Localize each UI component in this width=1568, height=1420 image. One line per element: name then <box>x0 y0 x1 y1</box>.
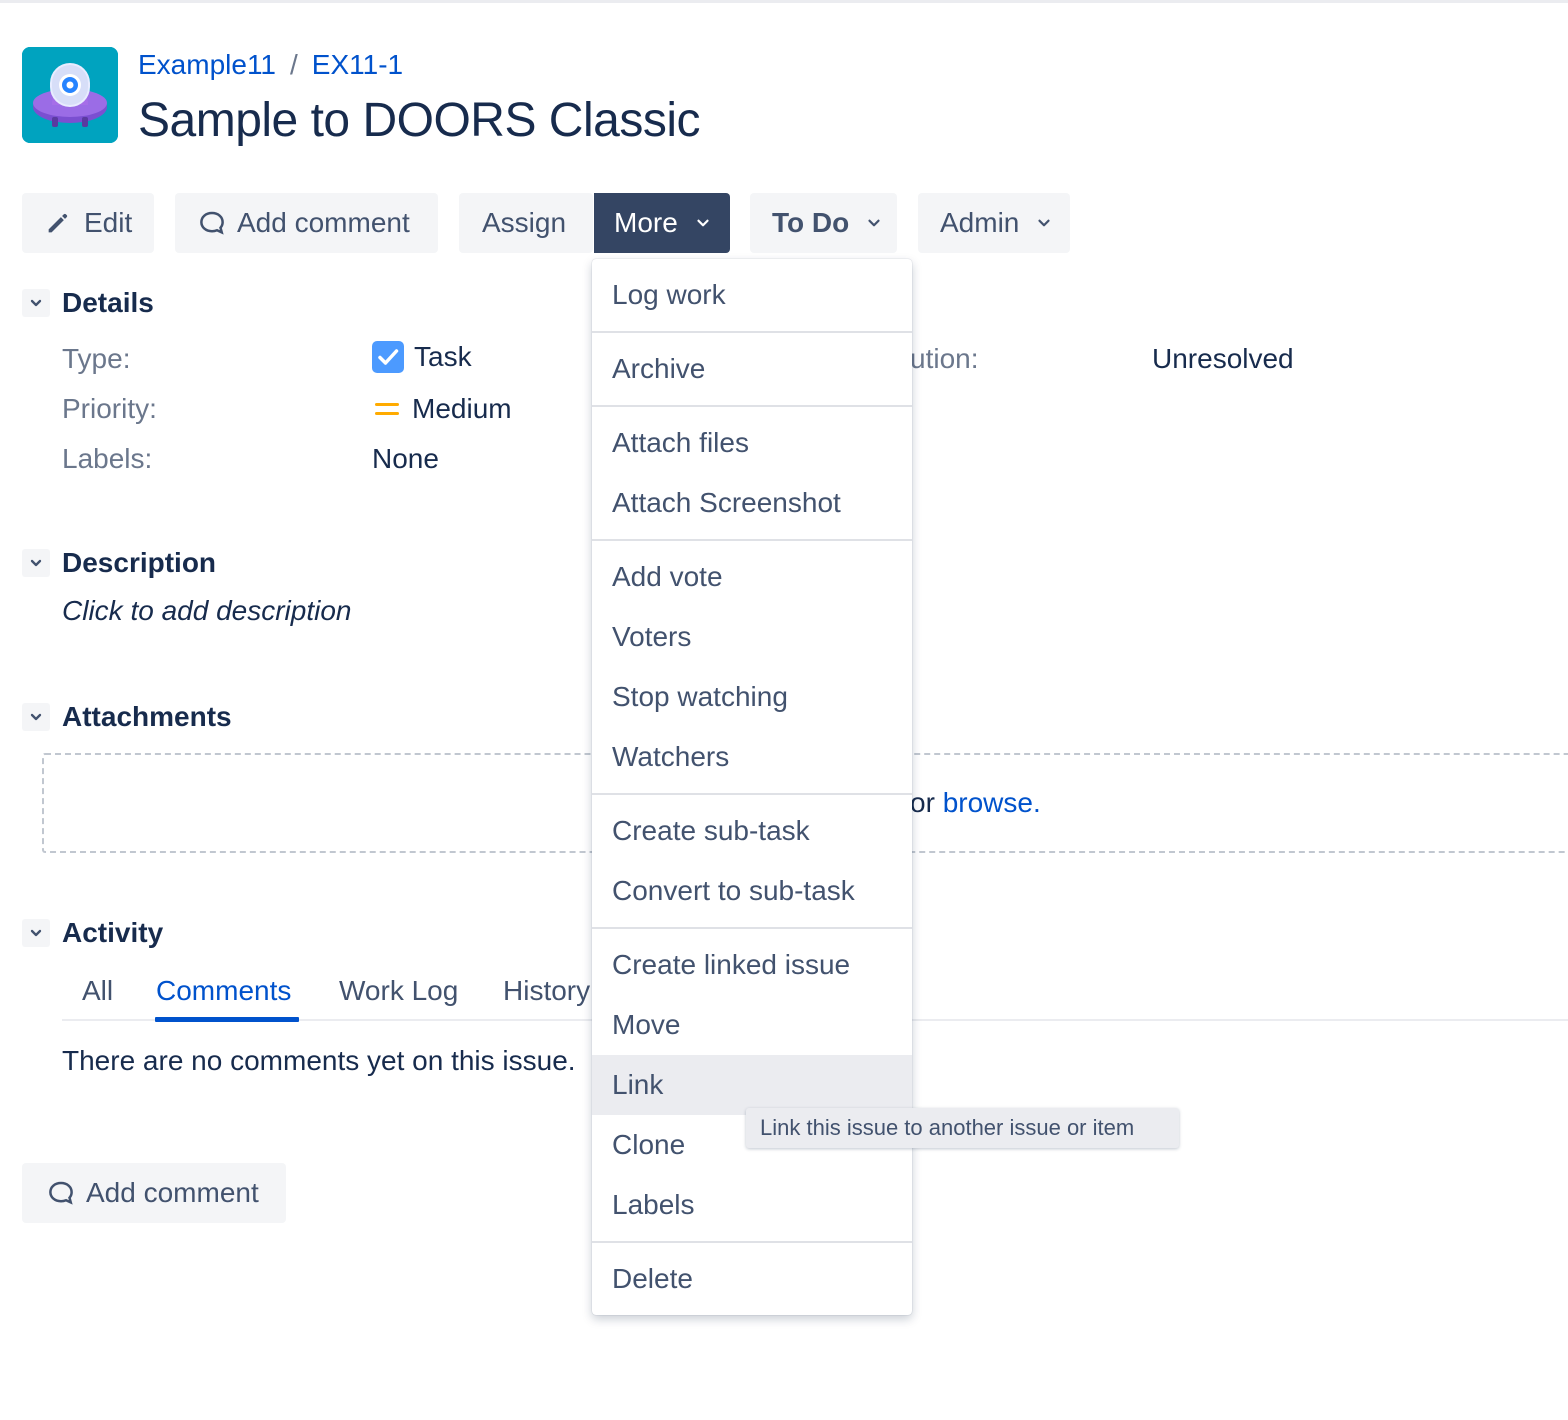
activity-title: Activity <box>62 917 164 948</box>
admin-button-label: Admin <box>940 207 1020 238</box>
labels-label: Labels: <box>62 443 153 474</box>
menu-item-attach-screenshot[interactable]: Attach Screenshot <box>592 473 912 533</box>
menu-separator <box>592 1241 912 1243</box>
type-value-text: Task <box>414 341 472 372</box>
chevron-down-icon <box>30 299 42 307</box>
tab-work-log[interactable]: Work Log <box>339 975 458 1007</box>
edit-button[interactable]: Edit <box>22 193 154 253</box>
dropzone-or-text: or <box>910 787 935 818</box>
add-comment-bottom-label: Add comment <box>86 1177 259 1208</box>
menu-separator <box>592 405 912 407</box>
attachments-title: Attachments <box>62 701 232 732</box>
priority-label: Priority: <box>62 393 157 424</box>
breadcrumb: Example11 / EX11-1 <box>138 49 403 81</box>
pencil-icon <box>48 213 68 233</box>
attachments-toggle[interactable] <box>22 703 50 731</box>
menu-item-stop-watching[interactable]: Stop watching <box>592 667 912 727</box>
priority-value: Medium <box>372 393 512 425</box>
priority-medium-icon <box>375 403 399 415</box>
assign-button-label: Assign <box>482 207 567 238</box>
menu-item-log-work[interactable]: Log work <box>592 265 912 325</box>
activity-section-header[interactable]: Activity <box>22 917 163 949</box>
status-button[interactable]: To Do <box>750 193 897 253</box>
link-tooltip: Link this issue to another issue or item <box>746 1108 1179 1148</box>
add-comment-bottom-button[interactable]: Add comment <box>22 1163 286 1223</box>
chevron-down-icon <box>697 219 709 227</box>
resolution-value: Unresolved <box>1152 343 1294 374</box>
menu-item-labels[interactable]: Labels <box>592 1175 912 1235</box>
assign-button[interactable]: Assign <box>459 193 593 253</box>
menu-separator <box>592 927 912 929</box>
details-section-header[interactable]: Details <box>22 287 154 319</box>
menu-item-convert-to-sub-task[interactable]: Convert to sub-task <box>592 861 912 921</box>
more-button-label: More <box>614 207 678 238</box>
chevron-down-icon <box>1038 219 1050 227</box>
admin-button[interactable]: Admin <box>918 193 1070 253</box>
speech-bubble-icon <box>200 211 224 235</box>
add-comment-button-label: Add comment <box>237 207 410 238</box>
page-title[interactable]: Sample to DOORS Classic <box>138 93 701 148</box>
description-placeholder[interactable]: Click to add description <box>62 595 351 627</box>
breadcrumb-issue-key-link[interactable]: EX11-1 <box>312 49 403 80</box>
description-title: Description <box>62 547 217 578</box>
menu-item-voters[interactable]: Voters <box>592 607 912 667</box>
menu-separator <box>592 539 912 541</box>
no-comments-message: There are no comments yet on this issue. <box>62 1045 576 1076</box>
breadcrumb-separator: / <box>290 49 298 80</box>
labels-value[interactable]: None <box>372 443 439 475</box>
menu-item-archive[interactable]: Archive <box>592 339 912 399</box>
rocket-mascot-icon <box>22 47 118 143</box>
project-avatar[interactable] <box>22 47 118 143</box>
activity-toggle[interactable] <box>22 919 50 947</box>
details-toggle[interactable] <box>22 289 50 317</box>
details-title: Details <box>62 287 154 318</box>
status-button-label: To Do <box>772 207 850 238</box>
chevron-down-icon <box>30 559 42 567</box>
menu-item-create-linked-issue[interactable]: Create linked issue <box>592 935 912 995</box>
menu-item-link[interactable]: Link <box>592 1055 912 1115</box>
menu-item-attach-files[interactable]: Attach files <box>592 413 912 473</box>
description-toggle[interactable] <box>22 549 50 577</box>
type-label: Type: <box>62 343 131 374</box>
menu-item-watchers[interactable]: Watchers <box>592 727 912 787</box>
description-section-header[interactable]: Description <box>22 547 216 579</box>
more-dropdown-menu: Log work Archive Attach files Attach Scr… <box>592 259 912 1315</box>
chevron-down-icon <box>868 219 880 227</box>
resolution-label: ution: <box>910 343 979 374</box>
chevron-down-icon <box>30 713 42 721</box>
menu-item-delete[interactable]: Delete <box>592 1249 912 1309</box>
menu-item-add-vote[interactable]: Add vote <box>592 547 912 607</box>
attachments-section-header[interactable]: Attachments <box>22 701 232 733</box>
checkbox-icon <box>372 341 404 373</box>
menu-item-move[interactable]: Move <box>592 995 912 1055</box>
tab-all[interactable]: All <box>82 975 113 1007</box>
priority-value-text: Medium <box>412 393 512 424</box>
edit-button-label: Edit <box>84 207 133 238</box>
menu-separator <box>592 793 912 795</box>
more-button[interactable]: More <box>594 193 730 253</box>
menu-item-create-sub-task[interactable]: Create sub-task <box>592 801 912 861</box>
active-tab-indicator <box>155 1017 299 1022</box>
add-comment-button[interactable]: Add comment <box>175 193 438 253</box>
breadcrumb-project-link[interactable]: Example11 <box>138 49 276 80</box>
speech-bubble-icon <box>49 1181 73 1205</box>
type-value: Task <box>372 341 472 373</box>
tab-comments[interactable]: Comments <box>156 975 291 1007</box>
tab-history[interactable]: History <box>503 975 590 1007</box>
menu-separator <box>592 331 912 333</box>
browse-link[interactable]: browse. <box>943 787 1041 818</box>
chevron-down-icon <box>30 929 42 937</box>
